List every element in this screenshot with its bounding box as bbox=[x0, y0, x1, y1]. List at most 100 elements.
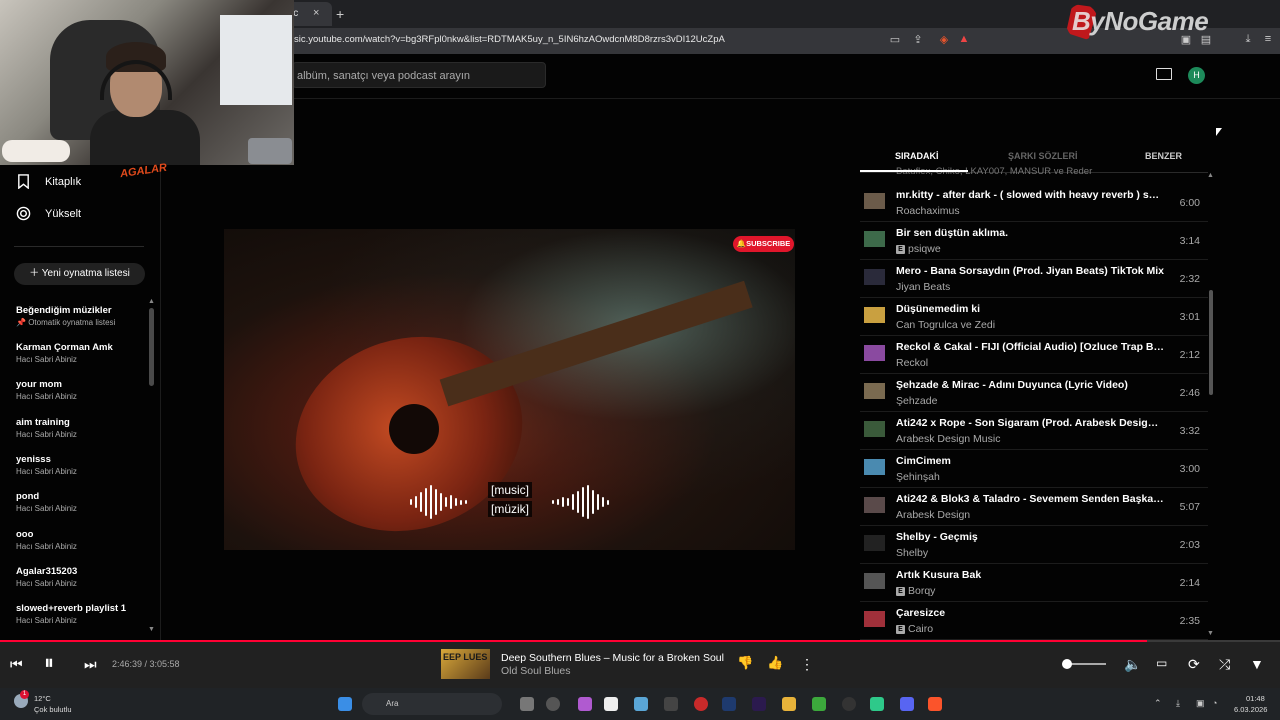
queue-item-thumbnail[interactable] bbox=[864, 193, 885, 209]
network-icon[interactable]: ◔ bbox=[1212, 698, 1217, 708]
queue-item-title[interactable]: Şehzade & Mirac - Adını Duyunca (Lyric V… bbox=[896, 379, 1164, 391]
app-icon[interactable] bbox=[546, 697, 560, 711]
playlist-item[interactable]: Agalar315203 Hacı Sabri Abiniz bbox=[16, 566, 146, 588]
queue-item-artist-name[interactable]: Jiyan Beats bbox=[896, 281, 950, 293]
queue-item-thumbnail[interactable] bbox=[864, 345, 885, 361]
app-icon[interactable] bbox=[870, 697, 884, 711]
playlist-item[interactable]: Beğendiğim müzikler 📌 Otomatik oynatma li… bbox=[16, 305, 146, 327]
tab-up-next[interactable]: SIRADAKİ bbox=[895, 151, 939, 161]
queue-item-title[interactable]: Artık Kusura Bak bbox=[896, 569, 1164, 581]
volume-knob[interactable] bbox=[1062, 659, 1072, 669]
new-playlist-button[interactable]: ＋ Yeni oynatma listesi bbox=[14, 263, 145, 285]
queue-item-artist[interactable]: Jiyan Beats bbox=[896, 281, 950, 293]
scroll-down-icon[interactable]: ▼ bbox=[1207, 630, 1214, 637]
pause-icon[interactable]: ⏸ bbox=[44, 652, 54, 675]
queue-item-artist[interactable]: Reckol bbox=[896, 357, 928, 369]
queue-item-artist-name[interactable]: Can Togrulca ve Zedi bbox=[896, 319, 995, 331]
playlist-item[interactable]: pond Hacı Sabri Abiniz bbox=[16, 491, 146, 513]
scroll-up-icon[interactable]: ▲ bbox=[1207, 172, 1214, 179]
tab-lyrics[interactable]: ŞARKI SÖZLERİ bbox=[1008, 151, 1078, 161]
subscribe-button[interactable]: 🔔SUBSCRIBE bbox=[733, 236, 794, 252]
queue-item[interactable]: Bir sen düştün aklıma. Epsiqwe 3:14 bbox=[860, 221, 1208, 260]
queue-item-thumbnail[interactable] bbox=[864, 231, 885, 247]
queue-item-thumbnail[interactable] bbox=[864, 573, 885, 589]
queue-item-artist-name[interactable]: Cairo bbox=[908, 623, 933, 635]
search-input[interactable]: albüm, sanatçı veya podcast arayın bbox=[292, 62, 546, 88]
queue-item-artist[interactable]: Roachaximus bbox=[896, 205, 960, 217]
weather-temperature[interactable]: 12°C bbox=[34, 694, 51, 703]
sidebar-item-library[interactable]: Kitaplık bbox=[16, 174, 81, 189]
previous-icon[interactable]: ⏮ bbox=[10, 656, 23, 673]
captions-icon[interactable]: ▭ bbox=[1156, 656, 1167, 670]
queue-item[interactable]: Artık Kusura Bak E Borqy 2:14 bbox=[860, 563, 1208, 602]
queue-item[interactable]: Mero - Bana Sorsaydın (Prod. Jiyan Beats… bbox=[860, 259, 1208, 298]
queue-item-artist-name[interactable]: Şehzade bbox=[896, 395, 937, 407]
screen-icon[interactable]: ▭ bbox=[887, 33, 903, 46]
brave-shield-icon[interactable]: ◈ bbox=[936, 33, 952, 46]
tab-close-button[interactable]: × bbox=[313, 7, 319, 19]
brave-rewards-icon[interactable]: ▲ bbox=[956, 33, 972, 45]
queue-item[interactable]: Çaresizce E Cairo 2:35 bbox=[860, 601, 1208, 640]
queue-item-artist[interactable]: Arabesk Design Music bbox=[896, 433, 1000, 445]
scroll-up-icon[interactable]: ▲ bbox=[148, 298, 155, 305]
new-tab-button[interactable]: + bbox=[336, 6, 344, 22]
queue-item-title[interactable]: mr.kitty - after dark - ( slowed with he… bbox=[896, 189, 1164, 201]
queue-item-artist-name[interactable]: psiqwe bbox=[908, 243, 941, 255]
minecraft-icon[interactable] bbox=[812, 697, 826, 711]
queue-item-title[interactable]: Çaresizce bbox=[896, 607, 1164, 619]
expand-icon[interactable]: ▼ bbox=[1250, 656, 1264, 672]
sidebar-item-upgrade[interactable]: Yükselt bbox=[16, 206, 81, 221]
like-icon[interactable]: 👍 bbox=[767, 655, 783, 671]
tab-related[interactable]: BENZER bbox=[1145, 151, 1182, 161]
dislike-icon[interactable]: 👎 bbox=[737, 655, 753, 671]
queue-item-title[interactable]: Mero - Bana Sorsaydın (Prod. Jiyan Beats… bbox=[896, 265, 1164, 277]
queue-item-artist-name[interactable]: Roachaximus bbox=[896, 205, 960, 217]
tray-icon[interactable]: ▣ bbox=[1196, 698, 1205, 709]
playlist-item[interactable]: Karman Çorman Amk Hacı Sabri Abiniz bbox=[16, 342, 146, 364]
cast-icon[interactable] bbox=[1156, 68, 1172, 80]
repeat-icon[interactable]: ⟳ bbox=[1188, 656, 1200, 673]
queue-item[interactable]: CimCimem Şehinşah 3:00 bbox=[860, 449, 1208, 488]
url-text[interactable]: sic.youtube.com/watch?v=bg3RFpl0nkw&list… bbox=[294, 34, 725, 45]
sidebar-scrollbar[interactable] bbox=[149, 308, 154, 386]
queue-item-thumbnail[interactable] bbox=[864, 307, 885, 323]
app-icon[interactable] bbox=[842, 697, 856, 711]
queue-item-thumbnail[interactable] bbox=[864, 269, 885, 285]
tray-chevron-icon[interactable]: ⌃ bbox=[1154, 698, 1162, 709]
queue-item-title[interactable]: Bir sen düştün aklıma. bbox=[896, 227, 1164, 239]
app-icon[interactable] bbox=[664, 697, 678, 711]
queue-item-artist-name[interactable]: Arabesk Design Music bbox=[896, 433, 1000, 445]
download-icon[interactable]: ⤓ bbox=[1240, 33, 1256, 46]
shuffle-icon[interactable]: ⤮ bbox=[1219, 656, 1230, 673]
menu-icon[interactable]: ≡ bbox=[1260, 33, 1276, 45]
next-icon[interactable]: ⏭ bbox=[84, 656, 97, 673]
queue-item-artist-name[interactable]: Shelby bbox=[896, 547, 928, 559]
weather-status[interactable]: Çok bulutlu bbox=[34, 705, 72, 714]
clock-date[interactable]: 6.03.2026 bbox=[1234, 705, 1267, 714]
now-playing-title[interactable]: Deep Southern Blues – Music for a Broken… bbox=[501, 652, 724, 664]
queue-item-artist[interactable]: Epsiqwe bbox=[896, 243, 941, 255]
queue-item-thumbnail[interactable] bbox=[864, 459, 885, 475]
album-thumbnail[interactable]: EEP LUES bbox=[441, 649, 490, 679]
queue-item[interactable]: Ati242 & Blok3 & Taladro - Sevemem Sende… bbox=[860, 487, 1208, 526]
avatar[interactable]: H bbox=[1188, 67, 1205, 84]
queue-item-artist[interactable]: Şehzade bbox=[896, 395, 937, 407]
playlist-item[interactable]: your mom Hacı Sabri Abiniz bbox=[16, 379, 146, 401]
queue-item-title[interactable]: Shelby - Geçmiş bbox=[896, 531, 1164, 543]
queue-item-artist[interactable]: E Cairo bbox=[896, 623, 933, 635]
playlist-item[interactable]: yenisss Hacı Sabri Abiniz bbox=[16, 454, 146, 476]
queue-item-thumbnail[interactable] bbox=[864, 535, 885, 551]
queue-item-thumbnail[interactable] bbox=[864, 383, 885, 399]
playlist-item[interactable]: aim training Hacı Sabri Abiniz bbox=[16, 417, 146, 439]
queue-item[interactable]: Şehzade & Mirac - Adını Duyunca (Lyric V… bbox=[860, 373, 1208, 412]
share-icon[interactable]: ⇪ bbox=[910, 33, 926, 46]
volume-slider[interactable] bbox=[1066, 663, 1106, 665]
tray-icon[interactable]: ⤓ bbox=[1176, 698, 1180, 709]
queue-item[interactable]: Düşünemedim ki Can Togrulca ve Zedi 3:01 bbox=[860, 297, 1208, 336]
folder-icon[interactable] bbox=[782, 697, 796, 711]
queue-item[interactable]: Reckol & Cakal - FIJI (Official Audio) [… bbox=[860, 335, 1208, 374]
queue-item-thumbnail[interactable] bbox=[864, 421, 885, 437]
queue-item-artist[interactable]: Şehinşah bbox=[896, 471, 940, 483]
opera-icon[interactable] bbox=[694, 697, 708, 711]
queue-item-thumbnail[interactable] bbox=[864, 497, 885, 513]
